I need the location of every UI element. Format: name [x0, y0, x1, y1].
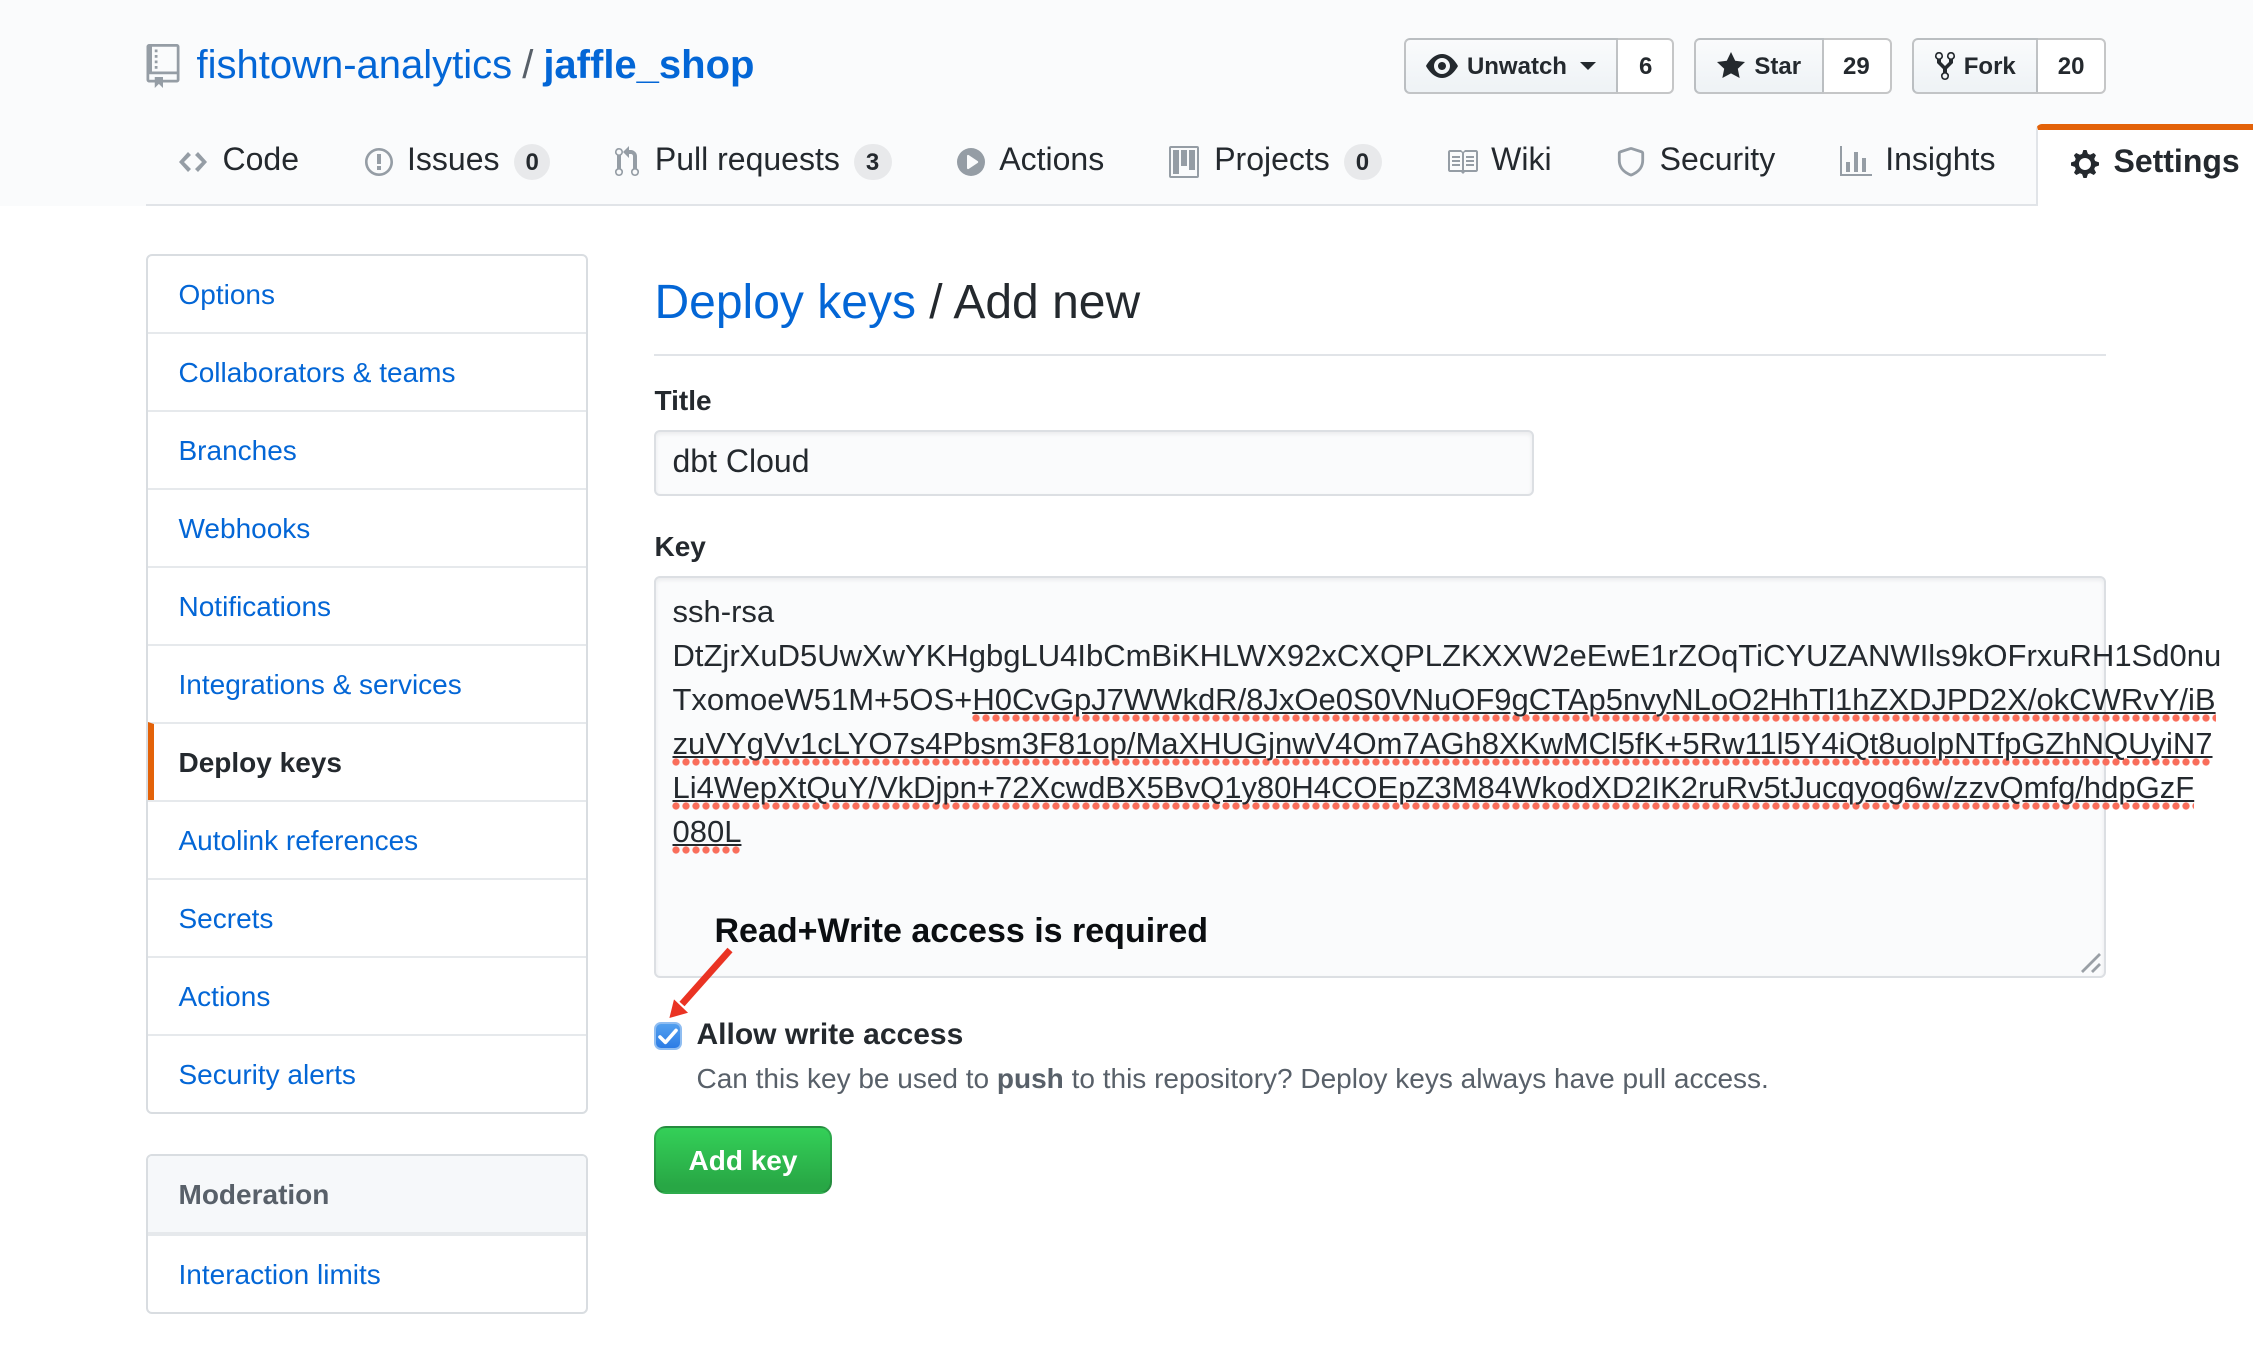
repo-nav: Code Issues 0 Pull requests 3 Actions	[147, 124, 2107, 206]
issues-counter: 0	[514, 144, 551, 180]
key-line: TxomoeW51M+5OS+H0CvGpJ7WWkdR/8JxOe0S0VNu…	[673, 680, 2089, 724]
star-icon	[1716, 50, 1746, 82]
projects-counter: 0	[1344, 144, 1381, 180]
graph-icon	[1839, 146, 1871, 178]
sidebar-item-deploy-keys[interactable]: Deploy keys	[149, 722, 587, 800]
sidebar-item-notifications[interactable]: Notifications	[149, 566, 587, 644]
tab-insights-label: Insights	[1885, 144, 1995, 180]
key-line: zuVYgVv1cLYO7s4Pbsm3F81op/MaXHUGjnwV4Om7…	[673, 724, 2089, 768]
star-button-group: Star 29	[1694, 38, 1891, 94]
forks-count[interactable]: 20	[2038, 38, 2107, 94]
title-label: Title	[655, 384, 2107, 416]
shield-icon	[1616, 146, 1646, 178]
deploy-keys-main: Deploy keys / Add new Title Key ssh-rsa …	[655, 254, 2107, 1314]
repo-icon	[147, 44, 181, 88]
tab-issues[interactable]: Issues 0	[331, 124, 583, 204]
tab-projects[interactable]: Projects 0	[1136, 124, 1413, 204]
sidebar-item-security-alerts[interactable]: Security alerts	[149, 1034, 587, 1112]
sidebar-item-secrets[interactable]: Secrets	[149, 878, 587, 956]
moderation-header: Moderation	[149, 1156, 587, 1234]
key-line: DtZjrXuD5UwXwYKHgbgLU4IbCmBiKHLWX92xCXQP…	[673, 636, 2089, 680]
eye-icon	[1427, 50, 1459, 82]
key-label: Key	[655, 530, 2107, 562]
annotation-arrow-icon	[655, 938, 775, 1034]
caret-down-icon	[1581, 62, 1597, 70]
moderation-menu: Moderation Interaction limits	[147, 1154, 589, 1314]
breadcrumb-current: Add new	[953, 276, 1140, 330]
allow-write-label: Allow write access	[697, 1016, 1769, 1056]
fork-label: Fork	[1964, 50, 2016, 82]
pull-requests-counter: 3	[854, 144, 891, 180]
tab-insights[interactable]: Insights	[1807, 124, 2027, 204]
fork-icon	[1934, 50, 1956, 82]
tab-settings[interactable]: Settings	[2035, 124, 2253, 206]
annotation-text: Read+Write access is required	[715, 912, 1209, 952]
allow-write-help: Can this key be used to push to this rep…	[697, 1058, 1769, 1098]
tab-pull-requests-label: Pull requests	[655, 144, 840, 180]
gear-icon	[2069, 148, 2099, 180]
tab-code[interactable]: Code	[147, 124, 332, 204]
play-icon	[955, 146, 985, 178]
star-label: Star	[1754, 50, 1801, 82]
sidebar-item-interaction-limits[interactable]: Interaction limits	[149, 1234, 587, 1312]
tab-projects-label: Projects	[1214, 144, 1330, 180]
tab-security[interactable]: Security	[1584, 124, 1808, 204]
settings-sidebar: Options Collaborators & teams Branches W…	[147, 254, 589, 1314]
tab-wiki[interactable]: Wiki	[1413, 124, 1583, 204]
unwatch-label: Unwatch	[1467, 50, 1567, 82]
add-key-button[interactable]: Add key	[655, 1126, 832, 1194]
fork-button-group: Fork 20	[1912, 38, 2107, 94]
project-icon	[1168, 146, 1200, 178]
watchers-count[interactable]: 6	[1619, 38, 1674, 94]
tab-actions-label: Actions	[999, 144, 1104, 180]
sidebar-item-collaborators-teams[interactable]: Collaborators & teams	[149, 332, 587, 410]
sidebar-item-actions[interactable]: Actions	[149, 956, 587, 1034]
code-icon	[179, 146, 209, 178]
page-header: fishtown-analytics / jaffle_shop Unwatch	[0, 0, 2253, 206]
pull-request-icon	[615, 146, 641, 178]
sidebar-item-branches[interactable]: Branches	[149, 410, 587, 488]
unwatch-button[interactable]: Unwatch	[1405, 38, 1619, 94]
tab-code-label: Code	[223, 144, 300, 180]
tab-settings-label: Settings	[2113, 146, 2239, 182]
github-settings-page: fishtown-analytics / jaffle_shop Unwatch	[0, 0, 2253, 1364]
allow-write-row: Allow write access Can this key be used …	[655, 1016, 2107, 1098]
tab-security-label: Security	[1660, 144, 1776, 180]
deploy-keys-breadcrumb-link[interactable]: Deploy keys	[655, 276, 916, 330]
key-line: Li4WepXtQuY/VkDjpn+72XcwdBX5BvQ1y80H4COE…	[673, 768, 2089, 812]
tab-issues-label: Issues	[407, 144, 500, 180]
sidebar-item-options[interactable]: Options	[149, 256, 587, 332]
repo-breadcrumb: fishtown-analytics / jaffle_shop	[147, 43, 755, 89]
sidebar-item-integrations-services[interactable]: Integrations & services	[149, 644, 587, 722]
page-title: Deploy keys / Add new	[655, 272, 2107, 356]
stargazers-count[interactable]: 29	[1823, 38, 1892, 94]
tab-pull-requests[interactable]: Pull requests 3	[583, 124, 923, 204]
issue-opened-icon	[363, 146, 393, 178]
resize-grip[interactable]	[2081, 952, 2103, 974]
key-line: 080L	[673, 812, 2089, 856]
key-line: ssh-rsa	[673, 592, 2089, 636]
repo-separator: /	[512, 43, 543, 89]
tab-wiki-label: Wiki	[1491, 144, 1551, 180]
sidebar-item-autolink-references[interactable]: Autolink references	[149, 800, 587, 878]
watch-button-group: Unwatch 6	[1405, 38, 1674, 94]
wiki-icon	[1445, 146, 1477, 178]
sidebar-item-webhooks[interactable]: Webhooks	[149, 488, 587, 566]
tab-actions[interactable]: Actions	[923, 124, 1136, 204]
repo-name-link[interactable]: jaffle_shop	[543, 43, 754, 89]
settings-menu: Options Collaborators & teams Branches W…	[147, 254, 589, 1114]
repo-owner-link[interactable]: fishtown-analytics	[197, 43, 513, 89]
breadcrumb-separator: /	[916, 276, 953, 330]
star-button[interactable]: Star	[1694, 38, 1823, 94]
fork-button[interactable]: Fork	[1912, 38, 2038, 94]
repo-social-actions: Unwatch 6 Star 29	[1405, 38, 2107, 94]
title-input[interactable]	[655, 430, 1535, 496]
